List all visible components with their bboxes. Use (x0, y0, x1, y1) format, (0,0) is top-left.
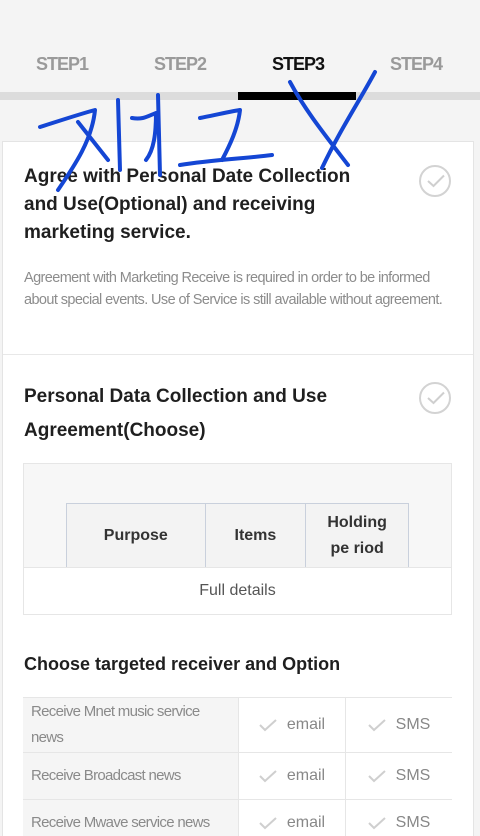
section-divider (3, 354, 473, 355)
data-collection-title: Personal Data Collection and Use Agreeme… (24, 386, 328, 441)
data-collection-table: Purpose Items Holding pe riod (66, 503, 409, 567)
check-icon (259, 718, 277, 731)
sms-option-label: SMS (395, 716, 431, 733)
email-option[interactable]: email (238, 698, 345, 752)
option-label: Receive Mwave service news (23, 800, 238, 836)
step-progress-fill (238, 92, 356, 100)
step-indicator: STEP1 STEP2 STEP3 STEP4 (0, 0, 480, 100)
sms-option[interactable]: SMS (345, 753, 452, 799)
email-option[interactable]: email (238, 800, 345, 836)
check-icon (367, 816, 386, 829)
marketing-agreement-description: Agreement with Marketing Receive is requ… (24, 270, 443, 308)
step-3-label: STEP3 (271, 54, 325, 74)
email-option-label: email (286, 814, 326, 831)
table-row: Receive Mnet music service news email SM… (23, 698, 452, 753)
email-option-label: email (286, 716, 326, 733)
option-label: Receive Mnet music service news (23, 698, 238, 752)
data-collection-check-icon[interactable] (419, 382, 451, 414)
sms-option-label: SMS (395, 767, 431, 784)
step-2-label: STEP2 (153, 54, 207, 74)
table-header-purpose: Purpose (67, 504, 206, 567)
table-header-holding-period: Holding pe riod (327, 513, 387, 557)
marketing-agreement-title: Agree with Personal Date Collection and … (24, 166, 351, 243)
check-icon (259, 816, 277, 829)
step-1-label: STEP1 (35, 54, 89, 74)
check-icon (367, 769, 386, 782)
step-4-label: STEP4 (389, 54, 443, 74)
sms-option-label: SMS (395, 814, 431, 831)
table-row: Receive Mwave service news email SMS (23, 800, 452, 836)
email-option-label: email (286, 767, 326, 784)
sms-option[interactable]: SMS (345, 800, 452, 836)
full-details-button[interactable]: Full details (24, 567, 451, 614)
table-header-items: Items (206, 504, 307, 567)
receiver-options-title: Choose targeted receiver and Option (24, 654, 341, 674)
receiver-options-table: Receive Mnet music service news email SM… (23, 697, 452, 836)
marketing-agreement-check-icon[interactable] (419, 165, 451, 197)
option-label: Receive Broadcast news (23, 753, 238, 799)
check-icon (367, 718, 386, 731)
check-icon (259, 769, 277, 782)
sms-option[interactable]: SMS (345, 698, 452, 752)
email-option[interactable]: email (238, 753, 345, 799)
table-row: Receive Broadcast news email SMS (23, 753, 452, 800)
